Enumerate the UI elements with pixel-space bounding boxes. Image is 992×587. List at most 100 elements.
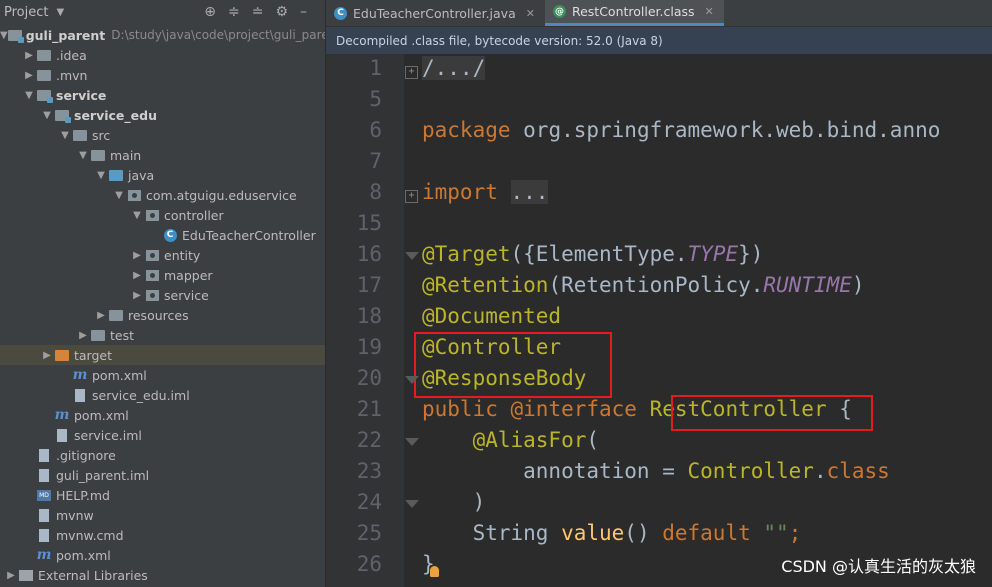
maven-icon: m [36, 547, 52, 563]
chevron-down-icon[interactable]: ▼ [94, 170, 108, 181]
tree-item-label: guli_parent.iml [56, 467, 150, 483]
collapse-all-icon[interactable]: ≐ [252, 4, 264, 20]
tree-item[interactable]: ▶ test [0, 325, 325, 345]
tree-item[interactable]: ▼ java [0, 165, 325, 185]
tree-item[interactable]: service.iml [0, 425, 325, 445]
project-panel-header: Project ▼ ⊕ ≑ ≐ ⚙ – [0, 0, 325, 24]
tree-item[interactable]: ▶ External Libraries [0, 565, 325, 585]
tree-item[interactable]: ▼ guli_parent D:\study\java\code\project\g… [0, 25, 325, 45]
tree-item[interactable]: ▶ mapper [0, 265, 325, 285]
tree-item-label: service_edu [74, 107, 157, 123]
tree-item[interactable]: m pom.xml [0, 405, 325, 425]
fold-expand-icon[interactable]: + [405, 66, 418, 79]
chevron-down-icon[interactable]: ▼ [130, 210, 144, 221]
tree-item[interactable]: .gitignore [0, 445, 325, 465]
tree-item[interactable]: ▶ service [0, 285, 325, 305]
chevron-down-icon[interactable]: ▼ [56, 7, 64, 18]
tab-eduteachercontroller[interactable]: C EduTeacherController.java ✕ [326, 0, 545, 26]
chevron-down-icon[interactable]: ▼ [76, 150, 90, 161]
tree-item-label: pom.xml [74, 407, 129, 423]
tree-item[interactable]: ▶ resources [0, 305, 325, 325]
tree-item-label: .gitignore [56, 447, 116, 463]
editor-tabs: C EduTeacherController.java ✕ @ RestCont… [326, 0, 992, 27]
tree-item[interactable]: ▼ controller [0, 205, 325, 225]
tree-item-label: pom.xml [56, 547, 111, 563]
chevron-right-icon[interactable]: ▶ [94, 310, 108, 321]
code-editor[interactable]: 1 5 6 7 8 15 16 17 18 19 20 21 22 23 24 25 26 /.../packa… [326, 54, 992, 587]
line-number: 5 [369, 87, 382, 111]
code-token: RUNTIME [763, 273, 852, 297]
fold-expand-icon[interactable]: + [405, 190, 418, 203]
tree-item[interactable]: ▼ service_edu [0, 105, 325, 125]
chevron-right-icon[interactable]: ▶ [40, 350, 54, 361]
chevron-down-icon[interactable]: ▼ [40, 110, 54, 121]
chevron-right-icon[interactable]: ▶ [130, 250, 144, 261]
chevron-right-icon[interactable]: ▶ [76, 330, 90, 341]
close-icon[interactable]: ✕ [705, 5, 714, 18]
tab-restcontroller[interactable]: @ RestController.class ✕ [544, 0, 724, 26]
code-token: @Target [422, 242, 511, 266]
fold-collapse-icon[interactable] [405, 376, 419, 384]
file-icon [36, 448, 52, 462]
tree-item[interactable]: ▶ .mvn [0, 65, 325, 85]
tree-item[interactable]: ▼ service [0, 85, 325, 105]
fold-collapse-icon[interactable] [405, 500, 419, 508]
chevron-right-icon[interactable]: ▶ [130, 270, 144, 281]
tree-item-label: mapper [164, 267, 213, 283]
line-number-gutter: 1 5 6 7 8 15 16 17 18 19 20 21 22 23 24 25 26 [326, 54, 404, 587]
hide-icon[interactable]: – [300, 4, 307, 20]
tree-item[interactable]: ▶ .idea [0, 45, 325, 65]
tree-item[interactable]: ▶ entity [0, 245, 325, 265]
line-number: 7 [369, 149, 382, 173]
code-line: @Retention(RetentionPolicy.RUNTIME) [422, 273, 865, 297]
fold-collapse-icon[interactable] [405, 252, 419, 260]
folder-icon [90, 328, 106, 342]
gear-icon[interactable]: ⚙ [275, 4, 288, 20]
tree-item-label: entity [164, 247, 201, 263]
tree-item[interactable]: ▼ src [0, 125, 325, 145]
expand-all-icon[interactable]: ≑ [228, 4, 240, 20]
locate-icon[interactable]: ⊕ [204, 4, 216, 20]
tree-item[interactable]: ▼ com.atguigu.eduservice [0, 185, 325, 205]
tree-item-label: .mvn [56, 67, 88, 83]
package-icon [126, 188, 142, 202]
tree-item[interactable]: m pom.xml [0, 365, 325, 385]
tree-item-label: target [74, 347, 113, 363]
package-icon [144, 268, 160, 282]
fold-collapse-icon[interactable] [405, 438, 419, 446]
code-token: @interface [510, 397, 650, 421]
chevron-right-icon[interactable]: ▶ [4, 570, 18, 581]
code-token: ; [788, 521, 802, 545]
package-icon [144, 288, 160, 302]
close-icon[interactable]: ✕ [526, 7, 535, 20]
watermark: CSDN @认真生活的灰太狼 [781, 557, 976, 576]
chevron-down-icon[interactable]: ▼ [22, 90, 36, 101]
chevron-down-icon[interactable]: ▼ [58, 130, 72, 141]
tree-item[interactable]: mvnw [0, 505, 325, 525]
tree-item-label: test [110, 327, 135, 343]
line-number: 21 [356, 397, 382, 421]
chevron-down-icon[interactable]: ▼ [112, 190, 126, 201]
tree-item[interactable]: guli_parent.iml [0, 465, 325, 485]
tree-item[interactable]: MD HELP.md [0, 485, 325, 505]
chevron-right-icon[interactable]: ▶ [22, 70, 36, 81]
tree-item-label: pom.xml [92, 367, 147, 383]
tree-item[interactable]: mvnw.cmd [0, 525, 325, 545]
line-number: 23 [356, 459, 382, 483]
tree-item[interactable]: ▶ target [0, 345, 325, 365]
lightbulb-icon[interactable] [430, 566, 439, 577]
tree-item[interactable]: service_edu.iml [0, 385, 325, 405]
line-number: 17 [356, 273, 382, 297]
tree-item[interactable]: ▼ main [0, 145, 325, 165]
chevron-down-icon[interactable]: ▼ [0, 30, 8, 41]
tree-item-label: guli_parent [25, 27, 106, 43]
class-icon: C [334, 6, 347, 20]
project-view-title[interactable]: Project [4, 5, 48, 20]
tree-item-path: D:\study\java\code\project\guli_parent [111, 28, 325, 42]
chevron-right-icon[interactable]: ▶ [22, 50, 36, 61]
line-number: 1 [369, 56, 382, 80]
tree-item[interactable]: C EduTeacherController [0, 225, 325, 245]
code-line: package org.springframework.web.bind.ann… [422, 118, 940, 142]
tree-item[interactable]: m pom.xml [0, 545, 325, 565]
chevron-right-icon[interactable]: ▶ [130, 290, 144, 301]
